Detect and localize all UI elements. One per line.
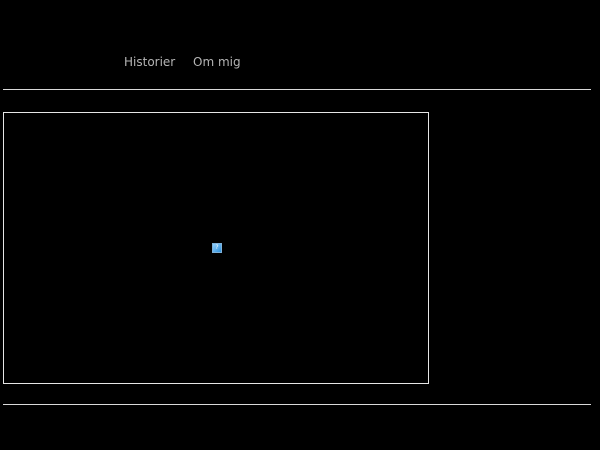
broken-image-icon: ? xyxy=(212,243,222,253)
bottom-divider xyxy=(3,404,591,405)
top-divider xyxy=(3,89,591,90)
top-navigation: Historier Om mig xyxy=(0,54,600,72)
nav-link-historier[interactable]: Historier xyxy=(124,54,175,70)
broken-image-glyph: ? xyxy=(215,244,219,251)
nav-link-om-mig[interactable]: Om mig xyxy=(193,54,241,70)
media-frame: ? xyxy=(3,112,429,384)
